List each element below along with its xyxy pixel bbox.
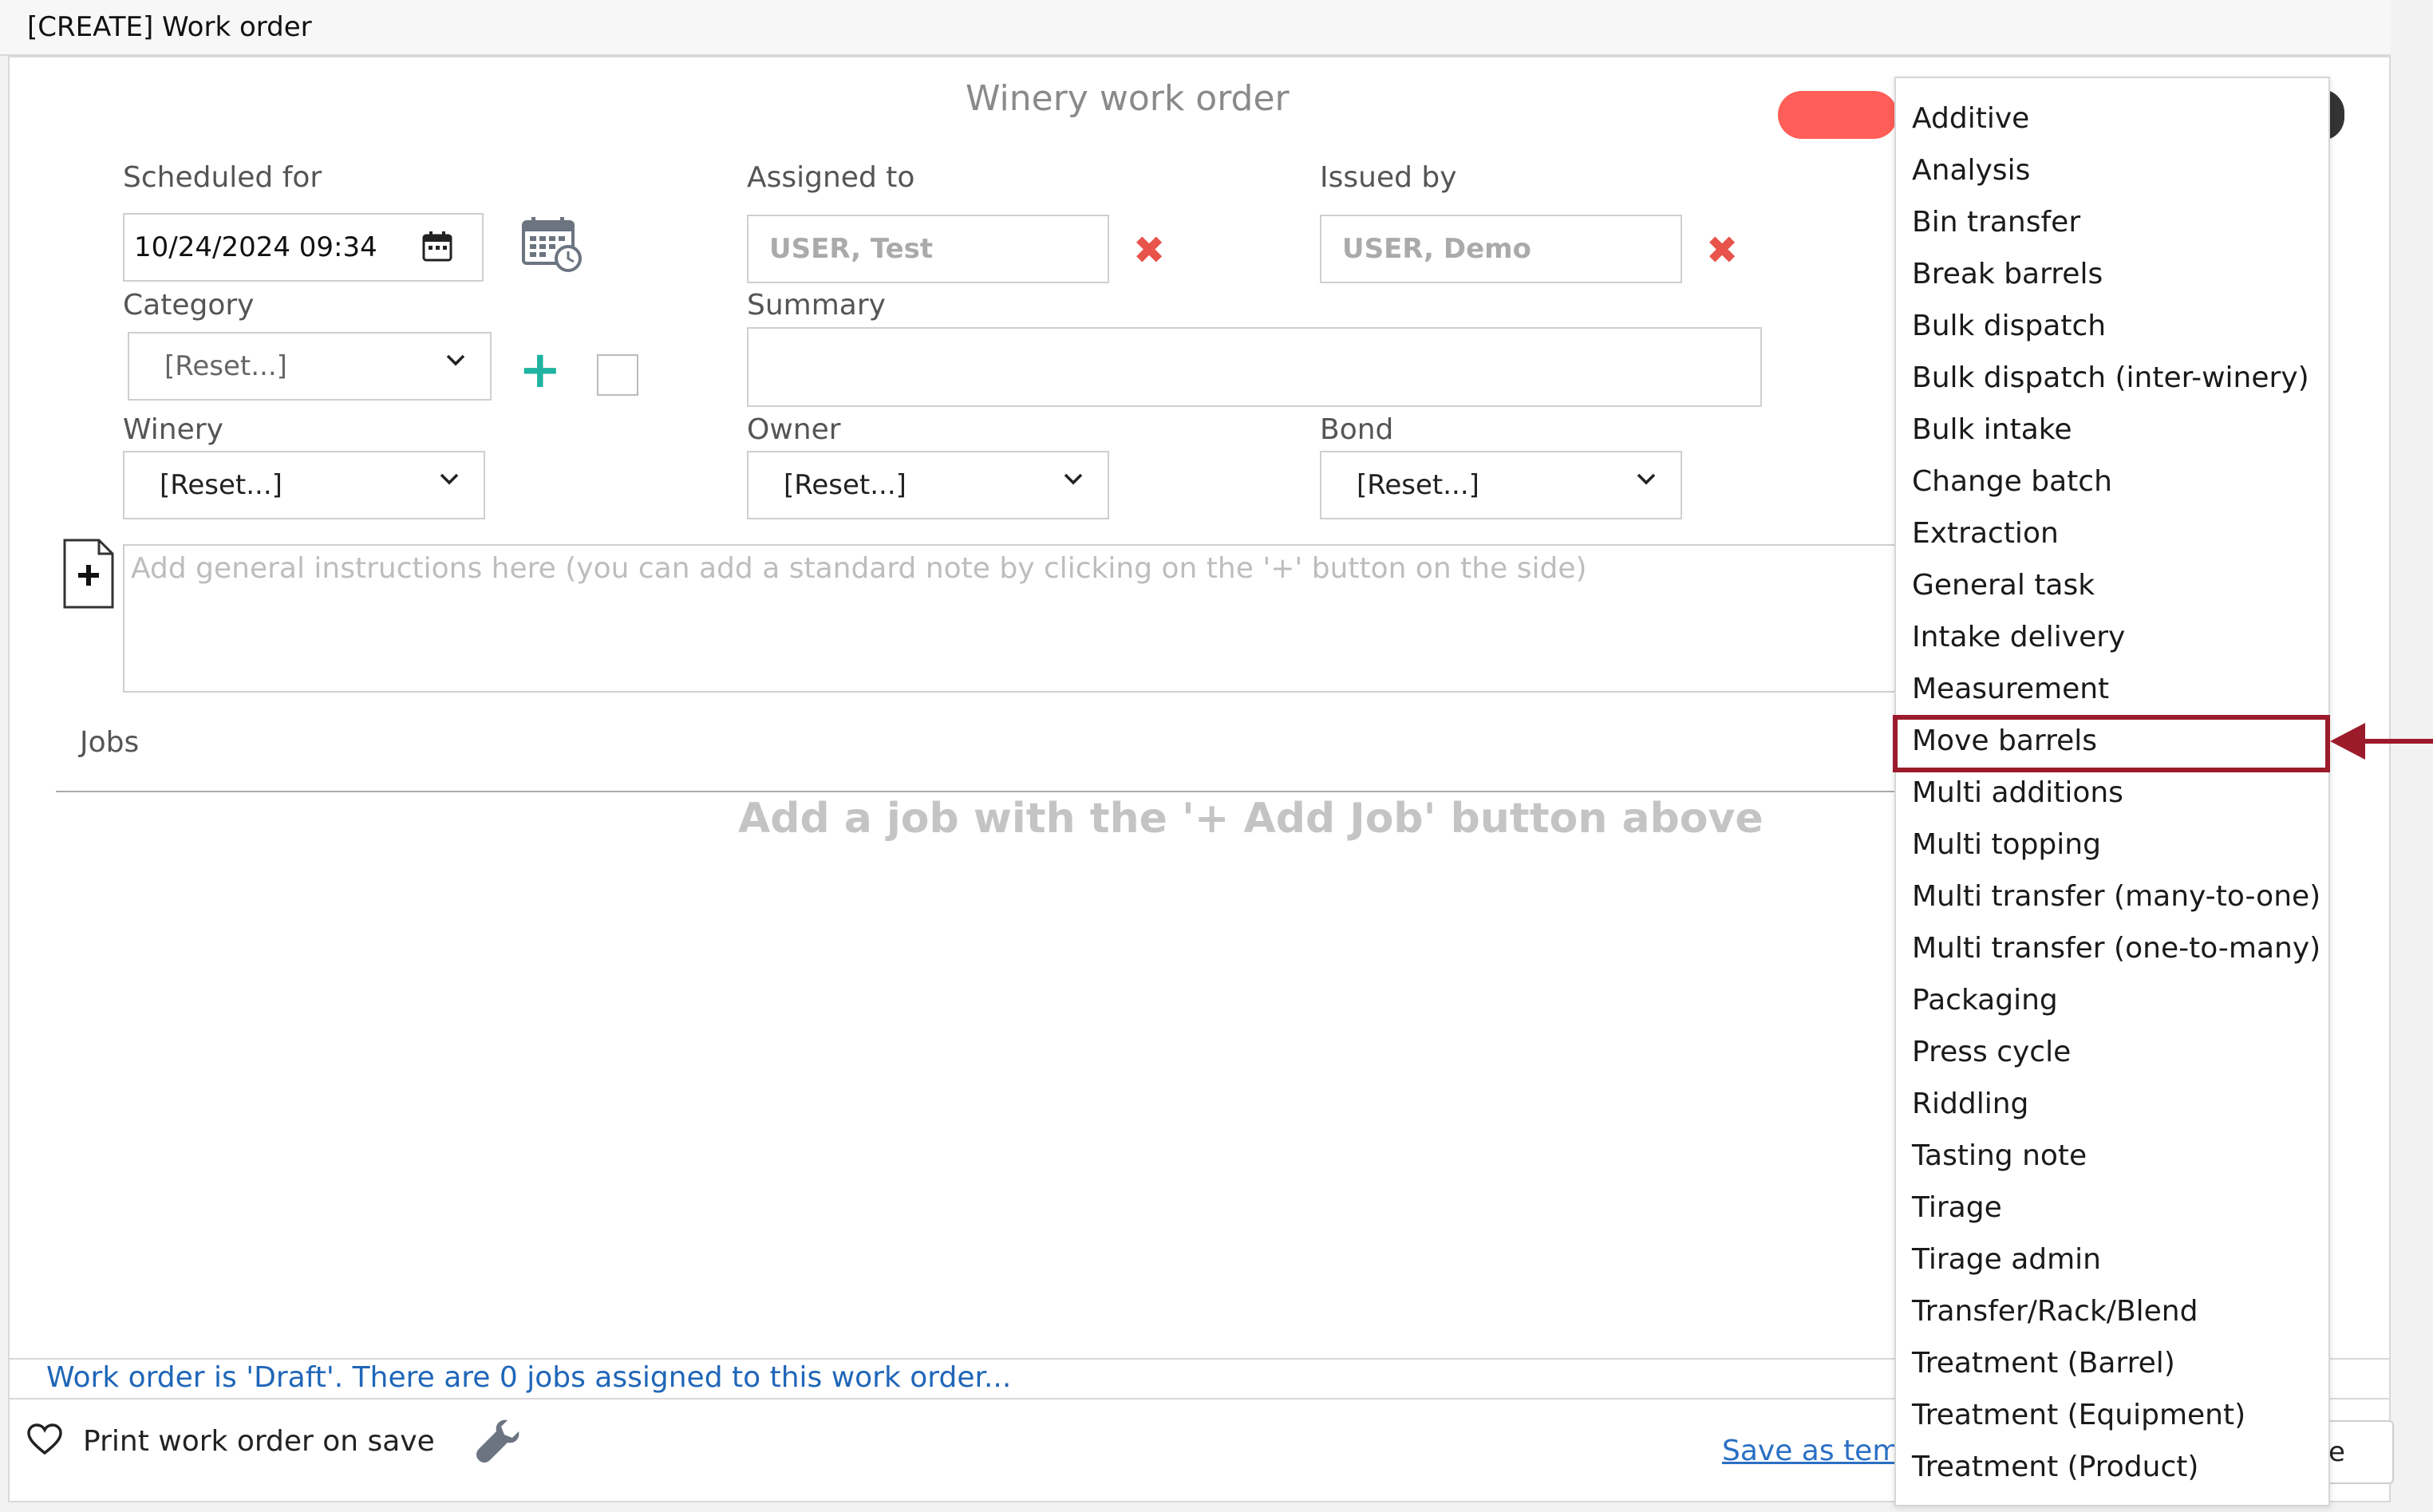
assigned-to-value: USER, Test: [769, 233, 934, 265]
window-title: [CREATE] Work order: [27, 11, 312, 43]
save-button-label: e: [2328, 1436, 2345, 1468]
category-checkbox[interactable]: [597, 354, 638, 396]
calendar-icon[interactable]: [421, 231, 453, 270]
calendar-schedule-icon[interactable]: [520, 215, 584, 278]
clear-issued-by-icon[interactable]: ✖: [1706, 231, 1738, 270]
category-select[interactable]: [Reset...]: [128, 332, 492, 401]
owner-value: [Reset...]: [784, 469, 906, 501]
instructions-textarea[interactable]: Add general instructions here (you can a…: [123, 544, 2078, 693]
menu-item-treatment-equipment[interactable]: Treatment (Equipment): [1896, 1390, 2328, 1441]
menu-item-riddling[interactable]: Riddling: [1896, 1079, 2328, 1130]
scheduled-for-value: 10/24/2024 09:34: [134, 231, 377, 263]
form-title: Winery work order: [966, 78, 1290, 119]
jobs-label: Jobs: [80, 726, 140, 759]
owner-select[interactable]: [Reset...]: [747, 451, 1109, 519]
menu-item-tirage[interactable]: Tirage: [1896, 1182, 2328, 1234]
owner-label: Owner: [747, 413, 841, 446]
annotation-arrow-icon: [2330, 723, 2365, 760]
issued-by-value: USER, Demo: [1342, 233, 1531, 265]
annotation-arrow-line: [2362, 739, 2433, 744]
job-type-menu: Additive Analysis Bin transfer Break bar…: [1894, 77, 2330, 1506]
assigned-to-input[interactable]: USER, Test: [747, 215, 1109, 283]
menu-item-press-cycle[interactable]: Press cycle: [1896, 1027, 2328, 1078]
bond-select[interactable]: [Reset...]: [1320, 451, 1682, 519]
print-on-save-label[interactable]: Print work order on save: [83, 1425, 435, 1458]
menu-item-intake-delivery[interactable]: Intake delivery: [1896, 612, 2328, 663]
menu-item-measurement[interactable]: Measurement: [1896, 664, 2328, 715]
menu-item-break-barrels[interactable]: Break barrels: [1896, 249, 2328, 300]
menu-item-treatment-product[interactable]: Treatment (Product): [1896, 1442, 2328, 1493]
menu-item-extraction[interactable]: Extraction: [1896, 508, 2328, 559]
menu-item-bin-transfer[interactable]: Bin transfer: [1896, 197, 2328, 248]
summary-input[interactable]: [747, 327, 1762, 407]
menu-item-bulk-intake[interactable]: Bulk intake: [1896, 405, 2328, 456]
menu-item-tasting-note[interactable]: Tasting note: [1896, 1131, 2328, 1182]
highlight-box: [1893, 715, 2330, 772]
bond-label: Bond: [1320, 413, 1394, 446]
assigned-to-label: Assigned to: [747, 161, 915, 194]
issued-by-input[interactable]: USER, Demo: [1320, 215, 1682, 283]
winery-label: Winery: [123, 413, 223, 446]
menu-item-transfer-rack-blend[interactable]: Transfer/Rack/Blend: [1896, 1286, 2328, 1337]
chevron-down-icon: [1634, 466, 1658, 490]
add-note-icon[interactable]: [62, 538, 115, 610]
save-as-template-link[interactable]: Save as tem: [1722, 1435, 1900, 1467]
bond-value: [Reset...]: [1357, 469, 1479, 501]
chevron-down-icon: [444, 347, 468, 371]
menu-item-multi-topping[interactable]: Multi topping: [1896, 819, 2328, 870]
scheduled-for-input[interactable]: 10/24/2024 09:34: [123, 213, 484, 282]
wrench-icon[interactable]: [472, 1415, 523, 1470]
add-category-icon[interactable]: +: [519, 345, 562, 396]
category-value: [Reset...]: [164, 350, 287, 382]
instructions-placeholder: Add general instructions here (you can a…: [131, 552, 1587, 585]
menu-item-packaging[interactable]: Packaging: [1896, 975, 2328, 1026]
status-toggle[interactable]: [1778, 91, 1898, 139]
menu-item-general-task[interactable]: General task: [1896, 560, 2328, 611]
scheduled-for-label: Scheduled for: [123, 161, 322, 194]
summary-label: Summary: [747, 289, 886, 322]
winery-select[interactable]: [Reset...]: [123, 451, 485, 519]
menu-item-change-batch[interactable]: Change batch: [1896, 456, 2328, 507]
menu-item-multi-transfer-many-to-one[interactable]: Multi transfer (many-to-one): [1896, 871, 2328, 922]
menu-item-bulk-dispatch-inter-winery[interactable]: Bulk dispatch (inter-winery): [1896, 353, 2328, 404]
clear-assigned-to-icon[interactable]: ✖: [1133, 231, 1165, 270]
menu-item-multi-transfer-one-to-many[interactable]: Multi transfer (one-to-many): [1896, 923, 2328, 974]
heart-icon[interactable]: [27, 1423, 62, 1459]
status-message: Work order is 'Draft'. There are 0 jobs …: [46, 1361, 1012, 1394]
menu-item-treatment-barrel[interactable]: Treatment (Barrel): [1896, 1338, 2328, 1389]
jobs-empty-message: Add a job with the '+ Add Job' button ab…: [738, 795, 1764, 843]
menu-item-tirage-admin[interactable]: Tirage admin: [1896, 1234, 2328, 1285]
menu-item-multi-additions[interactable]: Multi additions: [1896, 768, 2328, 819]
chevron-down-icon: [1061, 466, 1085, 490]
chevron-down-icon: [437, 466, 461, 490]
winery-value: [Reset...]: [160, 469, 282, 501]
issued-by-label: Issued by: [1320, 161, 1457, 194]
window-titlebar: [CREATE] Work order: [0, 0, 2391, 56]
menu-item-bulk-dispatch[interactable]: Bulk dispatch: [1896, 301, 2328, 352]
menu-item-analysis[interactable]: Analysis: [1896, 145, 2328, 196]
category-label: Category: [123, 289, 255, 322]
menu-item-additive[interactable]: Additive: [1896, 93, 2328, 144]
